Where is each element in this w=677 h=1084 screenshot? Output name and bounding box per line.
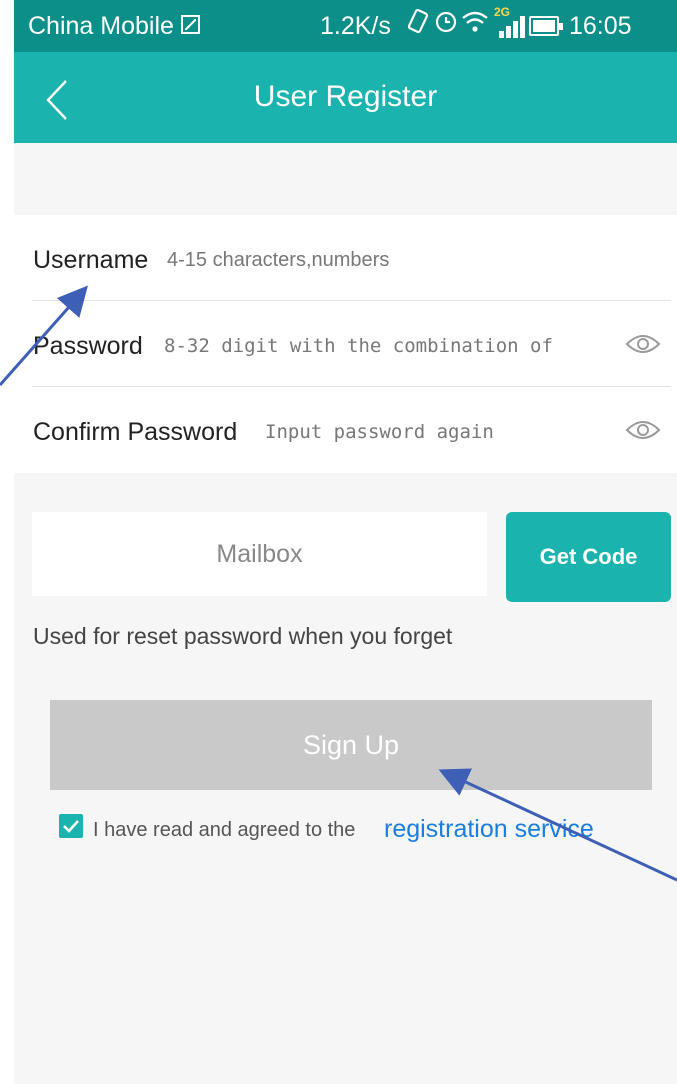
eye-icon[interactable] [625, 418, 661, 442]
mailbox-input[interactable]: Mailbox [32, 512, 487, 596]
sign-up-button[interactable]: Sign Up [50, 700, 652, 790]
picture-notification-icon [181, 15, 200, 34]
confirm-password-row[interactable]: Confirm Password Input password again [14, 387, 677, 473]
confirm-password-label: Confirm Password [33, 418, 238, 446]
alarm-icon [434, 8, 458, 41]
title-bar: User Register [14, 52, 677, 143]
carrier-name: China Mobile [28, 12, 174, 40]
password-label: Password [33, 332, 143, 360]
signal-icon [499, 16, 525, 38]
register-form: Username 4-15 characters,numbers Passwor… [14, 215, 677, 473]
clock: 16:05 [569, 12, 632, 40]
mailbox-placeholder: Mailbox [216, 540, 303, 568]
network-speed: 1.2K/s [320, 12, 391, 40]
get-code-button[interactable]: Get Code [506, 512, 671, 602]
username-row[interactable]: Username 4-15 characters,numbers [14, 215, 677, 301]
vibrate-icon [406, 8, 430, 41]
agreement-checkbox[interactable] [59, 814, 83, 838]
status-bar: China Mobile 1.2K/s 2G 16:05 [14, 0, 677, 52]
eye-icon[interactable] [625, 332, 661, 356]
mailbox-hint: Used for reset password when you forget [33, 623, 453, 649]
battery-icon [529, 16, 563, 36]
username-label: Username [33, 246, 149, 274]
confirm-password-input[interactable]: Input password again [265, 421, 494, 443]
register-screen: China Mobile 1.2K/s 2G 16:05 User Regist… [14, 0, 677, 1084]
registration-service-link[interactable]: registration service [384, 815, 594, 844]
password-row[interactable]: Password 8-32 digit with the combination… [14, 301, 677, 387]
username-input[interactable]: 4-15 characters,numbers [167, 249, 389, 272]
agreement-text: I have read and agreed to the [93, 819, 356, 841]
password-input[interactable]: 8-32 digit with the combination of [164, 335, 553, 357]
wifi-icon [461, 8, 489, 41]
page-title: User Register [253, 80, 438, 113]
